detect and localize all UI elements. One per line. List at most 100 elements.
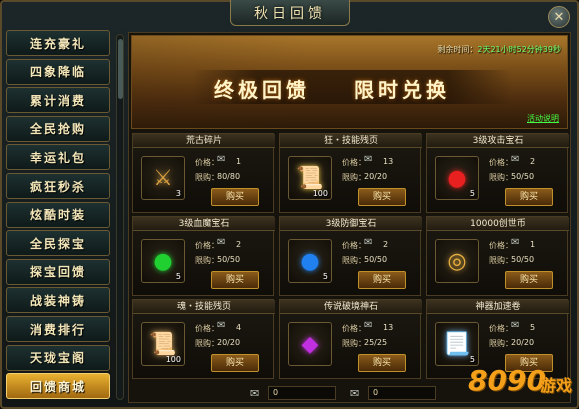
sidebar-item-8[interactable]: 探宝回馈 bbox=[6, 258, 110, 285]
item-icon-slot[interactable]: ● 5 bbox=[435, 156, 479, 200]
sidebar-item-6[interactable]: 炫酷时装 bbox=[6, 201, 110, 228]
limit-label: 限购： bbox=[195, 339, 219, 348]
item-name: 3级防御宝石 bbox=[280, 217, 422, 231]
sidebar-item-10[interactable]: 消费排行 bbox=[6, 316, 110, 342]
buy-button[interactable]: 购买 bbox=[211, 188, 259, 206]
item-icon-slot[interactable]: ● 5 bbox=[288, 239, 332, 283]
sidebar-scrollbar[interactable] bbox=[116, 34, 124, 400]
item-icon-slot[interactable]: ⚔ 3 bbox=[141, 156, 185, 200]
limit-label: 限购： bbox=[489, 256, 513, 265]
close-button[interactable]: ✕ bbox=[548, 6, 570, 28]
item-card: 荒古碎片 ⚔ 3 价格： ✉ 1 限购： 80/80 购买 bbox=[132, 133, 275, 213]
item-icon-slot[interactable]: ◆ bbox=[288, 322, 332, 366]
item-limit: 20/20 bbox=[364, 172, 388, 181]
sidebar-item-3[interactable]: 全民抢购 bbox=[6, 115, 110, 142]
item-price: 13 bbox=[383, 323, 394, 332]
price-label: 价格： bbox=[489, 158, 513, 167]
scroll-icon: 📃 bbox=[443, 331, 471, 357]
item-price: 2 bbox=[383, 240, 389, 249]
sidebar-item-1[interactable]: 四象降临 bbox=[6, 58, 110, 85]
buy-button[interactable]: 购买 bbox=[358, 354, 406, 372]
item-price: 2 bbox=[530, 157, 536, 166]
sidebar-item-12[interactable]: 回馈商城 bbox=[6, 373, 110, 400]
purple-stone-icon: ◆ bbox=[301, 331, 319, 357]
buy-button[interactable]: 购买 bbox=[505, 271, 553, 289]
price-label: 价格： bbox=[489, 241, 513, 250]
item-price: 4 bbox=[236, 323, 242, 332]
sidebar-item-5[interactable]: 疯狂秒杀 bbox=[6, 173, 110, 199]
item-price: 1 bbox=[530, 240, 536, 249]
logo-number: 8090 bbox=[468, 364, 546, 397]
item-card: 3级血魔宝石 ● 5 价格： ✉ 2 限购： 50/50 购买 bbox=[132, 216, 275, 296]
buy-button[interactable]: 购买 bbox=[505, 188, 553, 206]
coin-icon: ◎ bbox=[447, 248, 467, 274]
ticket-icon: ✉ bbox=[364, 320, 373, 331]
price-label: 价格： bbox=[195, 241, 219, 250]
item-name: 3级攻击宝石 bbox=[427, 134, 569, 148]
ticket-a-count: 0 bbox=[268, 386, 336, 400]
item-card: 魂・技能残页 📜 100 价格： ✉ 4 限购： 20/20 购买 bbox=[132, 299, 275, 379]
buy-button[interactable]: 购买 bbox=[358, 188, 406, 206]
ticket-icon: ✉ bbox=[511, 154, 520, 165]
item-card: 狂・技能残页 📜 100 价格： ✉ 13 限购： 20/20 购买 bbox=[279, 133, 422, 213]
item-name: 10000创世币 bbox=[427, 217, 569, 231]
price-label: 价格： bbox=[489, 324, 513, 333]
buy-button[interactable]: 购买 bbox=[211, 271, 259, 289]
sidebar-item-4[interactable]: 幸运礼包 bbox=[6, 144, 110, 171]
banner-title-left: 终极回馈 bbox=[214, 78, 310, 102]
item-grid: 荒古碎片 ⚔ 3 价格： ✉ 1 限购： 80/80 购买 狂・技能残页 📜 100 价格： ✉ 13 限购：… bbox=[132, 133, 569, 379]
site-logo: 8090 游戏 bbox=[468, 356, 578, 406]
red-gem-icon: ● bbox=[447, 165, 467, 191]
sidebar-item-9[interactable]: 战装神铸 bbox=[6, 287, 110, 314]
sidebar-scroll-thumb[interactable] bbox=[118, 39, 123, 99]
limit-label: 限购： bbox=[342, 256, 366, 265]
banner-title-right: 限时兑换 bbox=[354, 78, 450, 102]
item-limit: 50/50 bbox=[217, 255, 241, 264]
item-name: 神器加速卷 bbox=[427, 300, 569, 314]
buy-button[interactable]: 购买 bbox=[358, 271, 406, 289]
item-card: 3级防御宝石 ● 5 价格： ✉ 2 限购： 50/50 购买 bbox=[279, 216, 422, 296]
item-count: 5 bbox=[469, 189, 475, 198]
remaining-time-label: 剩余时间： bbox=[437, 45, 478, 54]
buy-button[interactable]: 购买 bbox=[211, 354, 259, 372]
item-card: 10000创世币 ◎ 价格： ✉ 1 限购： 50/50 购买 bbox=[426, 216, 569, 296]
ticket-icon: ✉ bbox=[217, 154, 226, 165]
sidebar-item-7[interactable]: 全民探宝 bbox=[6, 230, 110, 257]
remaining-time: 剩余时间：2天21小时52分钟39秒 bbox=[437, 44, 561, 55]
sidebar-item-0[interactable]: 连充豪礼 bbox=[6, 30, 110, 56]
item-price: 13 bbox=[383, 157, 394, 166]
ticket-icon: ✉ bbox=[250, 386, 260, 400]
price-label: 价格： bbox=[342, 241, 366, 250]
event-rules-link[interactable]: 活动说明 bbox=[527, 113, 559, 124]
promo-banner: 终极回馈 限时兑换 剩余时间：2天21小时52分钟39秒 活动说明 bbox=[131, 35, 568, 129]
item-icon-slot[interactable]: 📜 100 bbox=[288, 156, 332, 200]
ticket-icon: ✉ bbox=[364, 154, 373, 165]
sidebar-item-11[interactable]: 天珑宝阁 bbox=[6, 344, 110, 371]
item-name: 传说破境神石 bbox=[280, 300, 422, 314]
limit-label: 限购： bbox=[489, 173, 513, 182]
item-count: 5 bbox=[322, 272, 328, 281]
item-icon-slot[interactable]: ● 5 bbox=[141, 239, 185, 283]
item-price: 1 bbox=[236, 157, 242, 166]
item-limit: 50/50 bbox=[364, 255, 388, 264]
item-count: 3 bbox=[175, 189, 181, 198]
price-label: 价格： bbox=[195, 324, 219, 333]
sidebar-menu: 连充豪礼 四象降临 累计消费 全民抢购 幸运礼包 疯狂秒杀 炫酷时装 全民探宝 探宝回馈 战装神铸… bbox=[6, 30, 112, 403]
price-label: 价格： bbox=[195, 158, 219, 167]
item-icon-slot[interactable]: 📜 100 bbox=[141, 322, 185, 366]
close-icon: ✕ bbox=[553, 9, 565, 25]
item-limit: 50/50 bbox=[511, 255, 535, 264]
item-name: 狂・技能残页 bbox=[280, 134, 422, 148]
item-icon-slot[interactable]: ◎ bbox=[435, 239, 479, 283]
window-title: 秋日回馈 bbox=[230, 0, 350, 26]
soul-page-icon: 📜 bbox=[149, 331, 177, 357]
item-name: 3级血魔宝石 bbox=[133, 217, 275, 231]
item-limit: 20/20 bbox=[217, 338, 241, 347]
sidebar-item-2[interactable]: 累计消费 bbox=[6, 87, 110, 114]
limit-label: 限购： bbox=[195, 256, 219, 265]
item-count: 100 bbox=[165, 355, 181, 364]
ancient-shard-icon: ⚔ bbox=[153, 165, 173, 191]
blue-gem-icon: ● bbox=[300, 248, 320, 274]
green-gem-icon: ● bbox=[153, 248, 173, 274]
limit-label: 限购： bbox=[489, 339, 513, 348]
